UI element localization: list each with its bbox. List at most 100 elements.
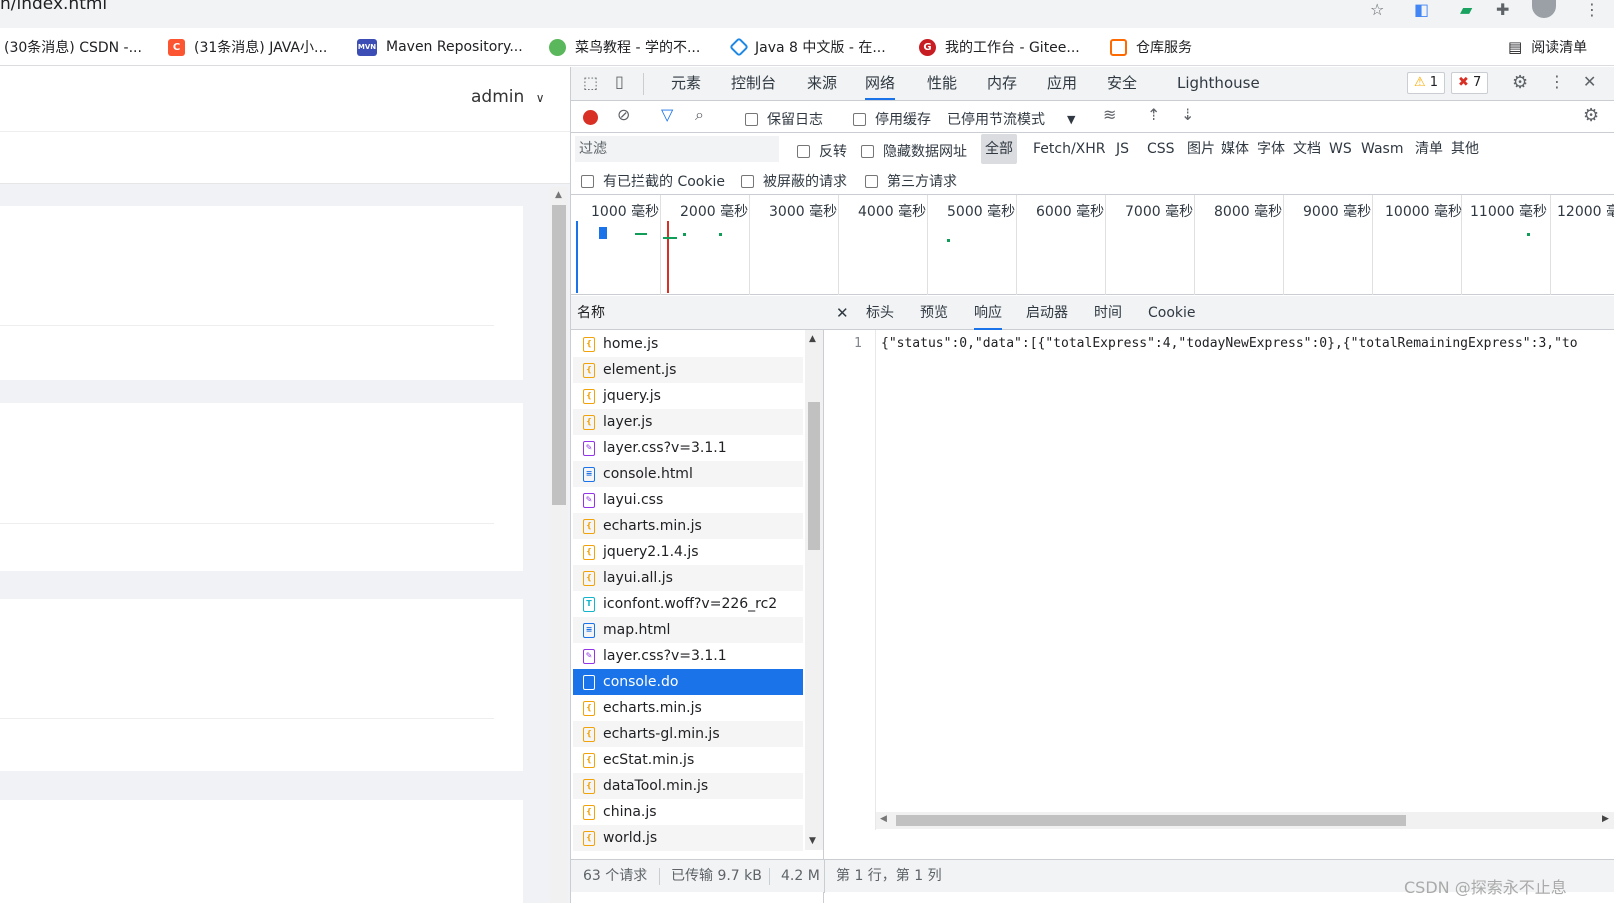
- type-js[interactable]: JS: [1116, 134, 1129, 164]
- checkbox-box[interactable]: [745, 112, 758, 126]
- type-img[interactable]: 图片: [1187, 134, 1215, 164]
- tab-console[interactable]: 控制台: [731, 67, 776, 100]
- search-icon[interactable]: ⌕: [695, 105, 704, 125]
- type-ws[interactable]: WS: [1329, 134, 1352, 164]
- tab-response[interactable]: 响应: [974, 296, 1002, 330]
- third-party-checkbox[interactable]: 第三方请求: [865, 171, 957, 191]
- request-row[interactable]: ≡ console.html: [573, 461, 803, 487]
- request-row[interactable]: {echarts.min.js: [573, 695, 803, 721]
- tab-preview[interactable]: 预览: [920, 296, 948, 330]
- network-conditions-icon[interactable]: ≋: [1103, 105, 1116, 124]
- errors-badge[interactable]: ✖ 7: [1451, 72, 1489, 94]
- tab-lighthouse[interactable]: Lighthouse: [1177, 67, 1260, 100]
- request-row[interactable]: console.do: [573, 669, 803, 695]
- filter-funnel-icon[interactable]: ▽: [661, 105, 673, 124]
- type-media[interactable]: 媒体: [1221, 134, 1249, 164]
- request-row[interactable]: {element.js: [573, 357, 803, 383]
- address-bar[interactable]: n/index.html ☆ ◧ ▰ ✚ ⋮: [0, 0, 1614, 28]
- inspect-element-icon[interactable]: ⬚: [583, 73, 598, 92]
- request-row[interactable]: {echarts.min.js: [573, 513, 803, 539]
- profile-avatar-icon[interactable]: [1532, 0, 1556, 18]
- page-scrollbar[interactable]: ▲: [550, 187, 568, 903]
- scroll-up-icon[interactable]: ▲: [555, 190, 562, 200]
- bookmark-gitee[interactable]: G 我的工作台 - Gitee...: [919, 36, 1080, 58]
- request-row[interactable]: {china.js: [573, 799, 803, 825]
- tab-security[interactable]: 安全: [1107, 67, 1137, 100]
- tab-performance[interactable]: 性能: [927, 67, 957, 100]
- request-row[interactable]: {world.js: [573, 825, 803, 851]
- throttling-select[interactable]: 已停用节流模式 ▼: [947, 109, 1075, 129]
- request-row[interactable]: Ticonfont.woff?v=226_rc2: [573, 591, 803, 617]
- type-doc[interactable]: 文档: [1293, 134, 1321, 164]
- scroll-thumb[interactable]: [552, 205, 566, 505]
- checkbox-box[interactable]: [865, 174, 878, 188]
- tab-initiator[interactable]: 启动器: [1026, 296, 1068, 330]
- request-row[interactable]: {layui.all.js: [573, 565, 803, 591]
- preserve-log-checkbox[interactable]: 保留日志: [745, 109, 823, 129]
- checkbox-box[interactable]: [853, 112, 866, 126]
- device-toolbar-icon[interactable]: ▯: [615, 72, 624, 91]
- request-row[interactable]: {layer.js: [573, 409, 803, 435]
- filter-input[interactable]: 过滤: [575, 136, 779, 162]
- bookmark-java-blog[interactable]: C (31条消息) JAVA小...: [168, 36, 327, 58]
- more-dots-icon[interactable]: ⋮: [1549, 72, 1565, 91]
- request-row[interactable]: {jquery2.1.4.js: [573, 539, 803, 565]
- tab-sources[interactable]: 来源: [807, 67, 837, 100]
- settings-gear-icon[interactable]: ⚙: [1512, 72, 1528, 93]
- request-row[interactable]: ✎ layui.css: [573, 487, 803, 513]
- scroll-thumb[interactable]: [808, 402, 820, 550]
- tab-application[interactable]: 应用: [1047, 67, 1077, 100]
- url-text[interactable]: n/index.html: [0, 0, 107, 14]
- request-row[interactable]: ✎ layer.css?v=3.1.1: [573, 643, 803, 669]
- scroll-left-icon[interactable]: ◀: [880, 814, 887, 824]
- export-har-icon[interactable]: ⇣: [1181, 105, 1194, 124]
- tab-cookie[interactable]: Cookie: [1148, 296, 1196, 330]
- warnings-badge[interactable]: ⚠ 1: [1407, 72, 1446, 94]
- scroll-thumb[interactable]: [896, 815, 1406, 826]
- user-menu[interactable]: admin ∨: [471, 87, 544, 107]
- hide-data-urls-checkbox[interactable]: 隐藏数据网址: [861, 141, 967, 161]
- tab-elements[interactable]: 元素: [671, 67, 701, 100]
- request-row[interactable]: {home.js: [573, 331, 803, 357]
- request-row[interactable]: {jquery.js: [573, 383, 803, 409]
- bookmark-runoob[interactable]: 菜鸟教程 - 学的不...: [549, 36, 700, 58]
- close-detail-icon[interactable]: ✕: [836, 296, 849, 330]
- tab-timing[interactable]: 时间: [1094, 296, 1122, 330]
- extension-flag-icon[interactable]: ▰: [1460, 0, 1472, 19]
- checkbox-box[interactable]: [581, 174, 594, 188]
- response-body[interactable]: {"status":0,"data":[{"totalExpress":4,"t…: [881, 336, 1614, 351]
- network-overview[interactable]: 1000 毫秒 2000 毫秒 3000 毫秒 4000 毫秒 5000 毫秒 …: [571, 195, 1614, 295]
- star-icon[interactable]: ☆: [1370, 0, 1384, 19]
- disable-cache-checkbox[interactable]: 停用缓存: [853, 109, 931, 129]
- checkbox-box[interactable]: [797, 144, 810, 158]
- clear-icon[interactable]: ⊘: [617, 105, 630, 124]
- type-fetch-xhr[interactable]: Fetch/XHR: [1033, 134, 1106, 164]
- bookmark-repo[interactable]: 仓库服务: [1110, 36, 1192, 58]
- type-manifest[interactable]: 清单: [1415, 134, 1443, 164]
- request-row[interactable]: {dataTool.min.js: [573, 773, 803, 799]
- checkbox-box[interactable]: [741, 174, 754, 188]
- scroll-up-icon[interactable]: ▲: [809, 334, 816, 344]
- translate-icon[interactable]: ◧: [1414, 0, 1429, 19]
- response-hscrollbar[interactable]: ◀ ▶: [876, 812, 1614, 829]
- bookmark-csdn[interactable]: (30条消息) CSDN -...: [4, 36, 142, 58]
- request-row[interactable]: ≡ map.html: [573, 617, 803, 643]
- puzzle-icon[interactable]: ✚: [1496, 0, 1509, 19]
- scroll-right-icon[interactable]: ▶: [1602, 814, 1609, 824]
- request-row[interactable]: {echarts-gl.min.js: [573, 721, 803, 747]
- blocked-requests-checkbox[interactable]: 被屏蔽的请求: [741, 171, 847, 191]
- name-column-header[interactable]: 名称: [571, 296, 824, 330]
- type-css[interactable]: CSS: [1147, 134, 1175, 164]
- request-row[interactable]: ✎ layer.css?v=3.1.1: [573, 435, 803, 461]
- blocked-cookies-checkbox[interactable]: 有已拦截的 Cookie: [581, 171, 725, 191]
- record-icon[interactable]: [583, 110, 598, 125]
- request-list-scrollbar[interactable]: ▲ ▼: [805, 330, 823, 850]
- type-font[interactable]: 字体: [1257, 134, 1285, 164]
- type-wasm[interactable]: Wasm: [1361, 134, 1403, 164]
- close-icon[interactable]: ✕: [1583, 72, 1596, 91]
- tab-network[interactable]: 网络: [865, 67, 896, 100]
- type-other[interactable]: 其他: [1451, 134, 1479, 164]
- tab-headers[interactable]: 标头: [866, 296, 894, 330]
- bookmark-maven[interactable]: MVN Maven Repository...: [357, 36, 523, 58]
- bookmark-java8[interactable]: Java 8 中文版 - 在...: [729, 36, 886, 58]
